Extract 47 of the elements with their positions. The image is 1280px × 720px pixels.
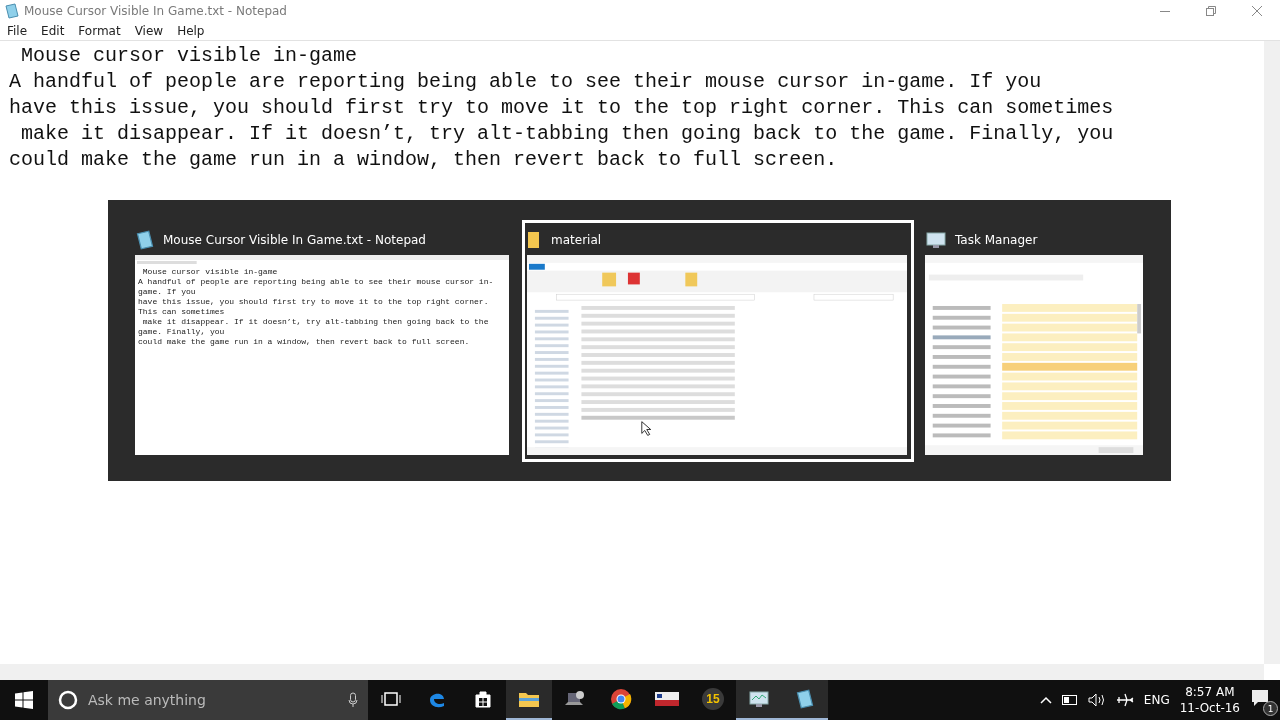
clock-date[interactable]: 11-Oct-16 [1179, 700, 1240, 716]
language-indicator[interactable]: ENG [1143, 693, 1170, 707]
microphone-icon [348, 692, 358, 708]
monitor-icon [925, 230, 947, 250]
search-field[interactable]: Ask me anything [86, 691, 340, 709]
menu-item[interactable]: Format [71, 22, 128, 40]
taskbar-app[interactable] [736, 680, 782, 720]
text-line: could make the game run in a window, then revert back to full screen. [138, 337, 471, 347]
thumbnail-title: material [551, 233, 602, 247]
store-icon [473, 689, 493, 709]
restore-icon [1206, 6, 1216, 16]
thumbnail-title: Mouse Cursor Visible In Game.txt - Notepad [163, 233, 426, 247]
chevron-up-icon[interactable] [1039, 696, 1052, 704]
menu-item[interactable]: View [127, 22, 171, 40]
menu-item[interactable]: Help [170, 22, 212, 40]
close-icon [1252, 6, 1262, 16]
text-line: Mouse cursor visible in-game [141, 267, 279, 277]
menu-item[interactable]: File [0, 22, 35, 40]
windows-logo-icon [15, 691, 33, 709]
vertical-scrollbar[interactable] [1264, 41, 1280, 664]
horizontal-scrollbar[interactable] [0, 664, 1264, 680]
clock-time[interactable]: 8:57 AM [1185, 684, 1235, 700]
taskbar-app[interactable] [782, 680, 828, 720]
search-bar[interactable]: Ask me anything [48, 680, 368, 720]
game-logo-icon [654, 690, 680, 708]
text-line: have this issue, you should first try to move it to the top right corner. This can sometimes [9, 95, 1114, 121]
text-line: make it disappear. If it doesn’t, try alt-tabbing then going back to the game. Finally, you [20, 121, 1114, 147]
text-line: could make the game run in a window, then revert back to full screen. [9, 147, 838, 173]
window-title: Mouse Cursor Visible In Game.txt - Notepad [24, 4, 287, 18]
window-thumbnail[interactable]: material [522, 220, 914, 462]
airplane-icon[interactable] [1115, 692, 1134, 708]
taskbar-app[interactable] [506, 680, 552, 720]
battery-icon[interactable] [1061, 695, 1078, 705]
monitor-icon [748, 689, 770, 709]
cortana-icon [58, 690, 78, 710]
task-view-icon [381, 691, 401, 707]
chrome-icon [610, 688, 632, 710]
thumbnail-title: Task Manager [955, 233, 1038, 247]
notepad-icon [135, 230, 155, 250]
text-line: Mouse cursor visible in-game [20, 43, 358, 69]
taskbar-app[interactable]: 15 [690, 680, 736, 720]
menu-item[interactable]: Edit [34, 22, 72, 40]
notepad-icon [795, 689, 815, 709]
app-badge-icon: 15 [702, 688, 724, 710]
volume-icon[interactable] [1087, 693, 1106, 707]
notepad-icon [4, 3, 20, 19]
text-line: A handful of people are reporting being able to see their mouse cursor in-game. If you [9, 69, 1042, 95]
